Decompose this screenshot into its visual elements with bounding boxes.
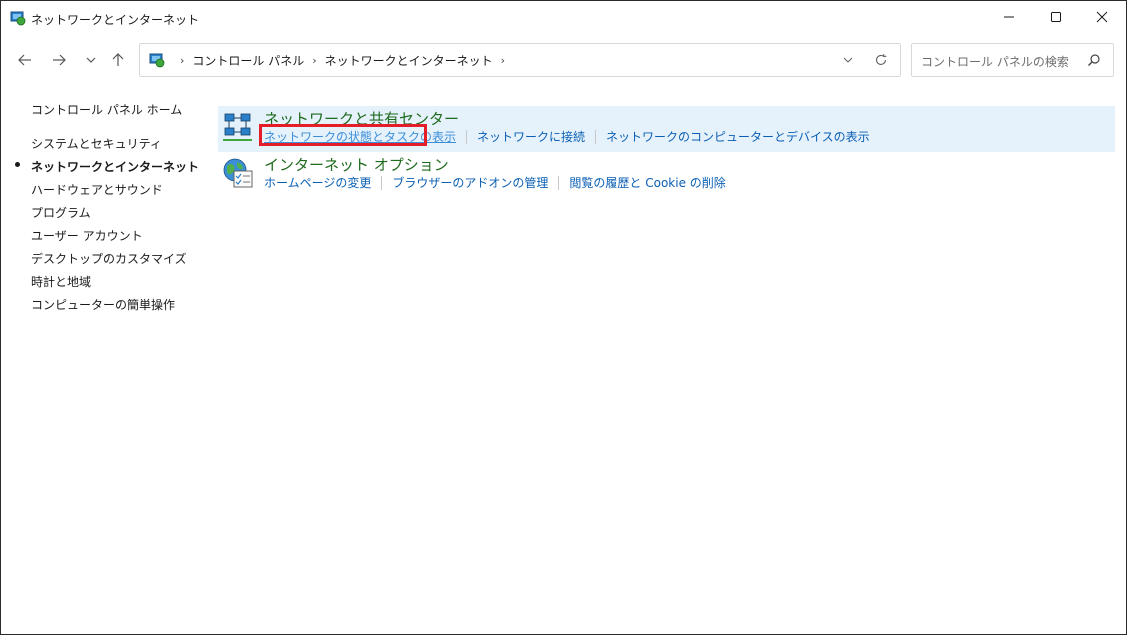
left-item-network-internet[interactable]: ネットワークとインターネット (31, 158, 199, 175)
minimize-button[interactable] (986, 1, 1032, 33)
window-title: ネットワークとインターネット (31, 13, 200, 27)
left-item-programs[interactable]: プログラム (31, 204, 91, 221)
maximize-icon (1051, 12, 1061, 22)
link-divider (595, 129, 597, 144)
refresh-button[interactable] (870, 50, 892, 70)
control-panel-home-link[interactable]: コントロール パネル ホーム (31, 101, 182, 118)
up-button[interactable] (105, 47, 131, 73)
breadcrumb-chevron-icon[interactable]: › (312, 54, 316, 67)
recent-locations-button[interactable] (78, 47, 104, 73)
back-button[interactable] (12, 47, 38, 73)
breadcrumb: › コントロール パネル › ネットワークとインターネット › (172, 52, 513, 69)
category-internet-options: インターネット オプション ホームページの変更 ブラウザーのアドオンの管理 閲覧… (218, 152, 1115, 198)
internet-options-title[interactable]: インターネット オプション (264, 154, 449, 175)
address-bar[interactable]: › コントロール パネル › ネットワークとインターネット › (139, 43, 901, 77)
left-item-clock-region[interactable]: 時計と地域 (31, 273, 91, 290)
address-dropdown-button[interactable] (838, 50, 858, 70)
left-item-ease-of-access[interactable]: コンピューターの簡単操作 (31, 296, 175, 313)
close-button[interactable] (1079, 1, 1125, 33)
network-sharing-center-icon[interactable] (221, 110, 255, 144)
breadcrumb-chevron-icon[interactable]: › (180, 54, 184, 67)
change-homepage-link[interactable]: ホームページの変更 (264, 174, 371, 191)
search-icon[interactable] (1086, 52, 1102, 68)
left-item-appearance[interactable]: デスクトップのカスタマイズ (31, 250, 187, 267)
control-panel-window: ネットワークとインターネット › コントロール パネル › ネットワークとインタ… (0, 0, 1127, 635)
search-box[interactable]: コントロール パネルの検索 (911, 43, 1114, 77)
link-divider (558, 175, 560, 190)
active-bullet-icon (15, 162, 20, 167)
annotation-highlight-box (259, 124, 427, 146)
link-divider (381, 175, 383, 190)
delete-history-cookies-link[interactable]: 閲覧の履歴と Cookie の削除 (569, 174, 725, 191)
arrow-up-icon (112, 53, 124, 66)
breadcrumb-chevron-icon[interactable]: › (501, 54, 505, 67)
link-divider (466, 129, 468, 144)
control-panel-icon (149, 53, 165, 68)
chevron-down-icon (86, 57, 96, 63)
network-app-icon (10, 11, 26, 26)
left-item-hardware-sound[interactable]: ハードウェアとサウンド (31, 181, 163, 198)
title-bar: ネットワークとインターネット (1, 1, 1126, 35)
chevron-down-icon (843, 57, 853, 63)
arrow-left-icon (18, 54, 31, 66)
arrow-right-icon (53, 54, 66, 66)
left-item-system-security[interactable]: システムとセキュリティ (31, 135, 162, 152)
internet-options-links: ホームページの変更 ブラウザーのアドオンの管理 閲覧の履歴と Cookie の削… (264, 174, 726, 191)
view-network-computers-link[interactable]: ネットワークのコンピューターとデバイスの表示 (606, 128, 870, 145)
maximize-button[interactable] (1033, 1, 1079, 33)
refresh-icon (875, 54, 887, 65)
forward-button[interactable] (46, 47, 72, 73)
search-input[interactable]: コントロール パネルの検索 (921, 53, 1069, 70)
breadcrumb-network-internet[interactable]: ネットワークとインターネット (325, 52, 493, 69)
manage-addons-link[interactable]: ブラウザーのアドオンの管理 (392, 174, 548, 191)
left-item-user-accounts[interactable]: ユーザー アカウント (31, 227, 143, 244)
internet-options-icon[interactable] (221, 156, 255, 190)
minimize-icon (1004, 16, 1014, 18)
breadcrumb-control-panel[interactable]: コントロール パネル (192, 52, 304, 69)
navigation-bar: › コントロール パネル › ネットワークとインターネット › コントロール パ… (1, 43, 1126, 77)
connect-to-network-link[interactable]: ネットワークに接続 (477, 128, 585, 145)
close-icon (1096, 11, 1108, 23)
